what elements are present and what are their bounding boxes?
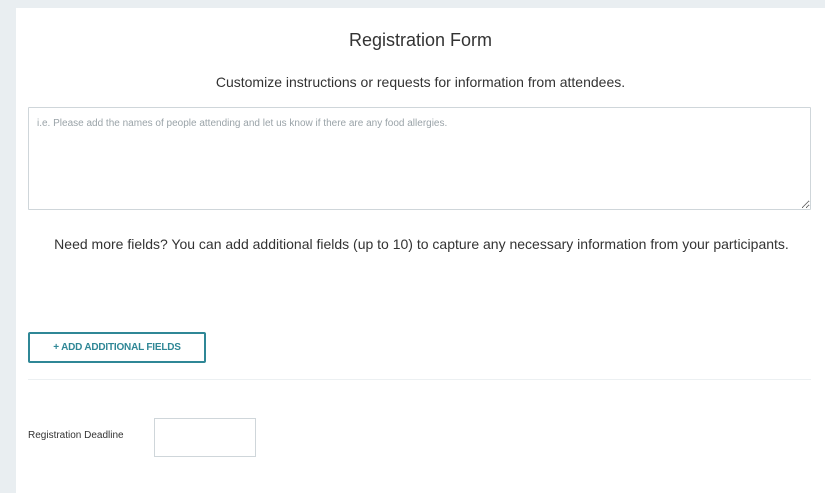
registration-form-card: Registration Form Customize instructions… <box>16 8 825 493</box>
instructions-textarea[interactable] <box>28 107 811 210</box>
more-fields-text: Need more fields? You can add additional… <box>54 236 789 252</box>
registration-deadline-input[interactable] <box>154 418 256 457</box>
registration-deadline-label: Registration Deadline <box>28 430 124 441</box>
add-additional-fields-button[interactable]: + ADD ADDITIONAL FIELDS <box>28 332 206 363</box>
section-divider <box>28 379 811 380</box>
form-title: Registration Form <box>348 30 493 50</box>
form-subtitle: Customize instructions or requests for i… <box>215 74 626 90</box>
